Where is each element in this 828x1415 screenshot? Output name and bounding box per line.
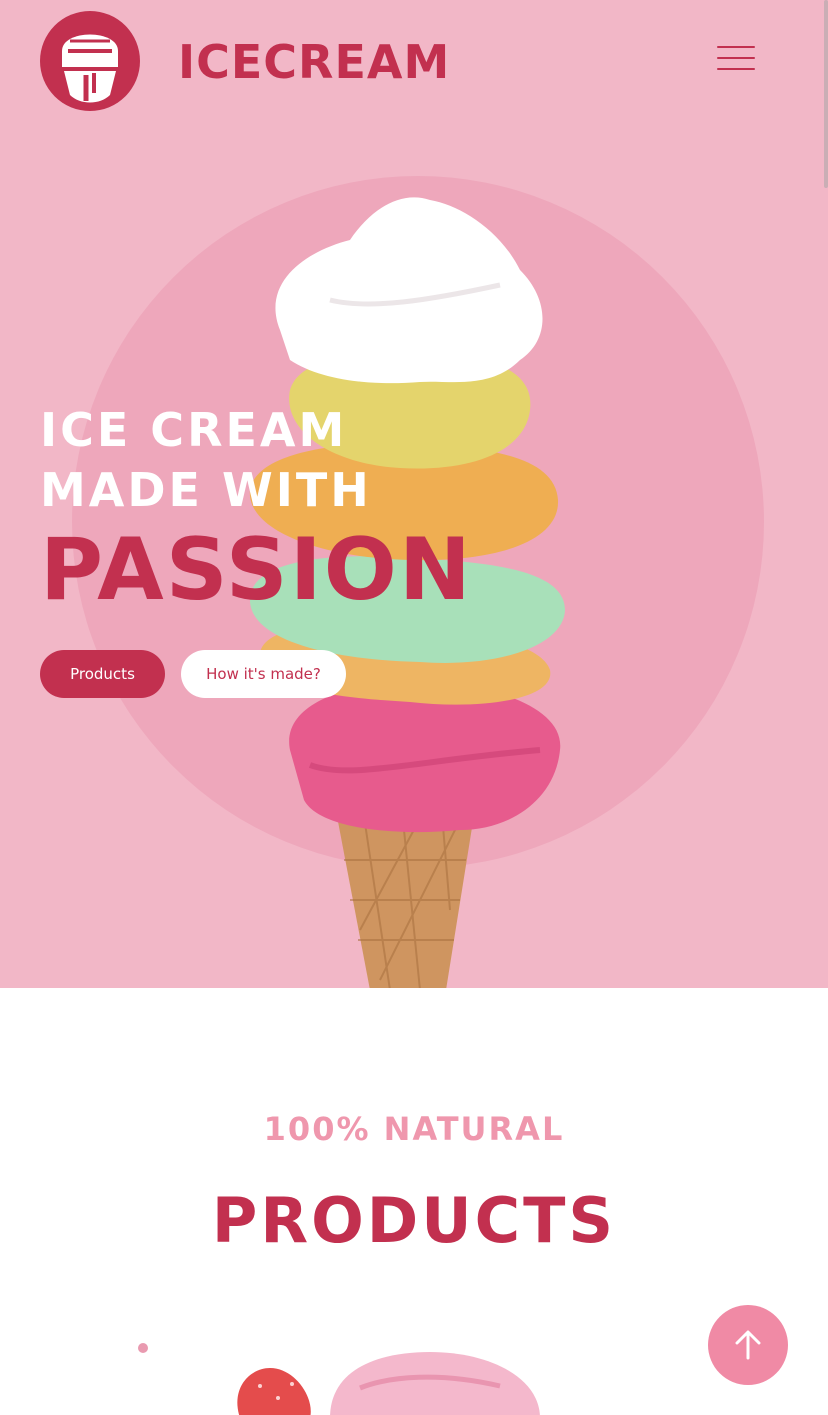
strawberry-ice-cream-image bbox=[138, 1343, 540, 1415]
hero-line-2: MADE WITH bbox=[40, 463, 372, 517]
arrow-up-icon bbox=[735, 1330, 761, 1360]
site-header: ICECREAM bbox=[40, 10, 790, 112]
hero-headline: ICE CREAM MADE WITH PASSION bbox=[40, 400, 473, 618]
scroll-to-top-button[interactable] bbox=[708, 1305, 788, 1385]
hamburger-menu-icon[interactable] bbox=[717, 44, 755, 72]
scrollbar-thumb[interactable] bbox=[824, 0, 828, 188]
hero-line-3: PASSION bbox=[40, 520, 473, 620]
hero-section: ICECREAM ICE CREAM MADE WITH PASSION Pro… bbox=[0, 0, 828, 988]
products-button[interactable]: Products bbox=[40, 650, 165, 698]
products-section: 100% NATURAL PRODUCTS bbox=[0, 988, 828, 1415]
hero-line-1: ICE CREAM bbox=[40, 403, 348, 457]
section-kicker: 100% NATURAL bbox=[263, 1110, 565, 1148]
ice-cream-logo-icon[interactable] bbox=[40, 11, 140, 111]
brand-name[interactable]: ICECREAM bbox=[178, 37, 450, 87]
how-its-made-button[interactable]: How it's made? bbox=[181, 650, 346, 698]
section-title: PRODUCTS bbox=[211, 1184, 617, 1257]
